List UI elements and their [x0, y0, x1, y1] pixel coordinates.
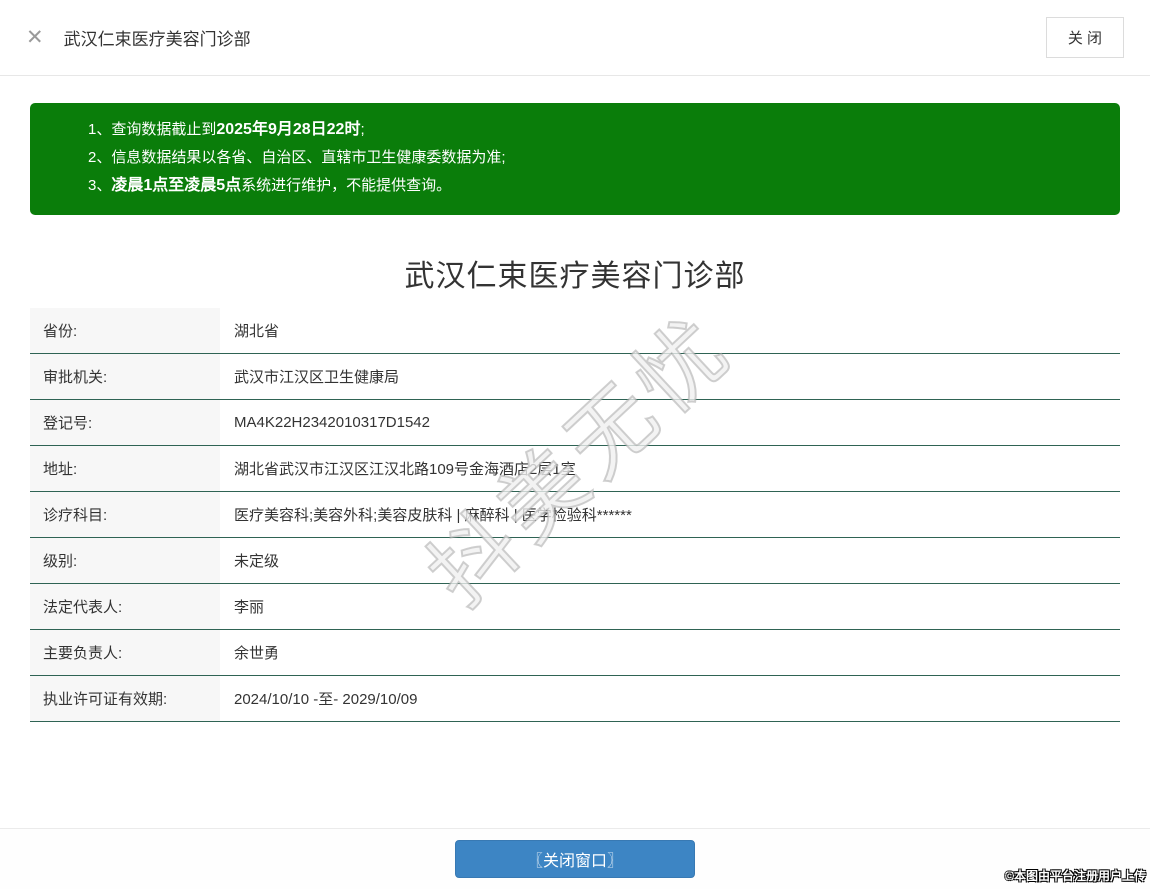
- top-header-bar: ✕ 武汉仁束医疗美容门诊部 关 闭: [0, 0, 1150, 76]
- row-value: 余世勇: [234, 645, 280, 662]
- row-value: MA4K22H2342010317D1542: [234, 414, 430, 431]
- page: ✕ 武汉仁束医疗美容门诊部 关 闭 1、查询数据截止到2025年9月28日22时…: [0, 0, 1150, 889]
- close-x-icon[interactable]: ✕: [26, 27, 44, 48]
- table-row-province: 省份: 湖北省: [30, 308, 1120, 354]
- row-label: 地址:: [30, 446, 220, 491]
- notice-line-1: 1、查询数据截止到2025年9月28日22时;: [88, 116, 1080, 144]
- table-row-registration-number: 登记号: MA4K22H2342010317D1542: [30, 400, 1120, 446]
- notice-line-2: 2、信息数据结果以各省、自治区、直辖市卫生健康委数据为准;: [88, 144, 1080, 172]
- notice-line-1-num: 1、: [88, 121, 112, 138]
- notice-line-3-post: 系统进行维护，不能提供查询。: [241, 177, 452, 194]
- row-value: 湖北省: [234, 323, 280, 340]
- notice-line-3-num: 3、: [88, 177, 112, 194]
- notice-banner: 1、查询数据截止到2025年9月28日22时; 2、信息数据结果以各省、自治区、…: [30, 103, 1120, 215]
- row-label: 级别:: [30, 538, 220, 583]
- row-value: 未定级: [234, 553, 280, 570]
- notice-line-2-pre: 信息数据结果以各省、自治区、直辖市卫生健康委数据为准;: [111, 149, 506, 166]
- row-label: 省份:: [30, 308, 220, 353]
- table-row-treatment-subjects: 诊疗科目: 医疗美容科;美容外科;美容皮肤科 | 麻醉科 | 医学检验科****…: [30, 492, 1120, 538]
- notice-line-3: 3、凌晨1点至凌晨5点系统进行维护，不能提供查询。: [88, 172, 1080, 200]
- close-button[interactable]: 关 闭: [1045, 17, 1124, 58]
- page-title: 武汉仁束医疗美容门诊部: [404, 260, 746, 293]
- table-row-person-in-charge: 主要负责人: 余世勇: [30, 630, 1120, 676]
- row-label: 法定代表人:: [30, 584, 220, 629]
- row-label: 诊疗科目:: [30, 492, 220, 537]
- table-row-license-validity: 执业许可证有效期: 2024/10/10 -至- 2029/10/09: [30, 676, 1120, 722]
- photo-credit-watermark: ©本图由平台注册用户上传: [1005, 869, 1146, 883]
- notice-line-3-bold: 凌晨1点至凌晨5点: [111, 177, 242, 194]
- table-row-address: 地址: 湖北省武汉市江汉区江汉北路109号金海酒店2层1室: [30, 446, 1120, 492]
- table-row-level: 级别: 未定级: [30, 538, 1120, 584]
- row-value: 医疗美容科;美容外科;美容皮肤科 | 麻醉科 | 医学检验科******: [234, 507, 632, 524]
- row-label: 审批机关:: [30, 354, 220, 399]
- row-label: 主要负责人:: [30, 630, 220, 675]
- table-row-approval-authority: 审批机关: 武汉市江汉区卫生健康局: [30, 354, 1120, 400]
- row-value: 2024/10/10 -至- 2029/10/09: [234, 691, 418, 708]
- close-window-button[interactable]: 〖关闭窗口〗: [455, 840, 695, 878]
- footer-bar: 〖关闭窗口〗: [0, 828, 1150, 889]
- window-title: 武汉仁束医疗美容门诊部: [63, 30, 251, 49]
- notice-line-1-bold: 2025年9月28日22时: [216, 121, 361, 138]
- detail-table: 省份: 湖北省 审批机关: 武汉市江汉区卫生健康局 登记号: MA4K22H23…: [30, 308, 1120, 722]
- row-label: 登记号:: [30, 400, 220, 445]
- notice-line-1-pre: 查询数据截止到: [111, 121, 217, 138]
- row-value: 武汉市江汉区卫生健康局: [234, 369, 400, 386]
- table-row-legal-representative: 法定代表人: 李丽: [30, 584, 1120, 630]
- row-value: 湖北省武汉市江汉区江汉北路109号金海酒店2层1室: [234, 461, 576, 478]
- notice-line-2-num: 2、: [88, 149, 112, 166]
- row-value: 李丽: [234, 599, 265, 616]
- row-label: 执业许可证有效期:: [30, 676, 220, 721]
- notice-line-1-post: ;: [360, 121, 365, 138]
